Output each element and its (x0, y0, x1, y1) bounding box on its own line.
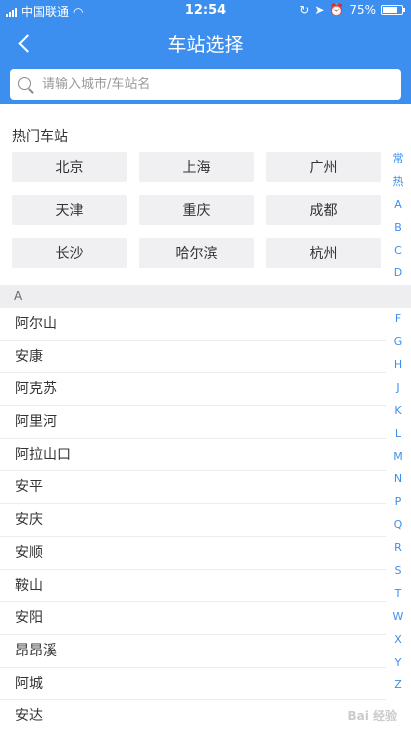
index-letter[interactable]: K (385, 400, 411, 423)
city-list-item[interactable]: 昂昂溪 (0, 635, 386, 668)
city-list-item[interactable]: 鞍山 (0, 570, 386, 603)
hot-station-button[interactable]: 北京 (12, 152, 127, 182)
index-letter[interactable]: X (385, 629, 411, 652)
search-input[interactable] (42, 77, 372, 92)
location-icon: ➤ (314, 3, 325, 17)
hot-station-button[interactable]: 上海 (139, 152, 254, 182)
section-header: A (0, 285, 411, 308)
hot-stations-grid: 北京 上海 广州天津 重庆 成都长沙 哈尔滨 杭州 (12, 152, 382, 268)
lock-rotation-icon: ↻ (299, 3, 310, 17)
index-letter[interactable]: G (385, 331, 411, 354)
search-box[interactable] (10, 69, 401, 100)
city-list-item[interactable]: 阿尔山 (0, 308, 386, 341)
index-letter[interactable]: T (385, 583, 411, 606)
battery-icon (381, 5, 405, 15)
city-list-item[interactable]: 安达 (0, 700, 386, 730)
city-list-item[interactable]: 阿拉山口 (0, 439, 386, 472)
city-list-item[interactable]: 安庆 (0, 504, 386, 537)
hot-stations-title: 热门车站 (12, 129, 68, 145)
city-list-item[interactable]: 安顺 (0, 537, 386, 570)
city-list-item[interactable]: 安阳 (0, 602, 386, 635)
index-letter[interactable]: 热 (385, 171, 411, 194)
hot-station-button[interactable]: 广州 (266, 152, 381, 182)
hot-station-button[interactable]: 杭州 (266, 238, 381, 268)
watermark: Bai 经验 (347, 709, 397, 723)
index-letter[interactable]: S (385, 560, 411, 583)
alarm-icon: ⏰ (329, 3, 345, 17)
index-letter[interactable]: C (385, 240, 411, 263)
index-letter[interactable]: P (385, 491, 411, 514)
city-list-item[interactable]: 阿里河 (0, 406, 386, 439)
hot-station-button[interactable]: 成都 (266, 195, 381, 225)
index-letter[interactable]: A (385, 194, 411, 217)
index-letter[interactable]: R (385, 537, 411, 560)
index-letter[interactable]: Y (385, 652, 411, 675)
index-letter[interactable]: W (385, 606, 411, 629)
index-letter[interactable]: J (385, 377, 411, 400)
index-letter[interactable]: N (385, 468, 411, 491)
city-list-item[interactable]: 阿城 (0, 668, 386, 701)
city-list: 阿尔山 安康 阿克苏 阿里河 阿拉山口 安平 安庆 安顺 鞍山 安阳 昂昂溪 阿城 安达 (0, 308, 386, 730)
city-list-item[interactable]: 安平 (0, 471, 386, 505)
status-bar: 中国联通 ◠ 12:54 ↻ ➤ ⏰ 75% (0, 0, 411, 22)
index-letter[interactable]: M (385, 446, 411, 469)
nav-bar: 车站选择 (0, 22, 411, 64)
hot-station-button[interactable]: 哈尔滨 (139, 238, 254, 268)
index-letter[interactable]: Q (385, 514, 411, 537)
battery-percent: 75% (349, 3, 376, 17)
index-letter[interactable]: Z (385, 674, 411, 697)
alphabet-index: 常热ABCDEFGHJKLMNPQRSTWXYZ (385, 148, 411, 697)
city-list-item[interactable]: 阿克苏 (0, 373, 386, 407)
index-letter[interactable]: H (385, 354, 411, 377)
index-letter[interactable]: 常 (385, 148, 411, 171)
index-letter[interactable]: L (385, 423, 411, 446)
hot-station-button[interactable]: 长沙 (12, 238, 127, 268)
status-right: ↻ ➤ ⏰ 75% (299, 3, 405, 17)
index-letter[interactable]: B (385, 217, 411, 240)
city-list-item[interactable]: 安康 (0, 341, 386, 374)
index-letter[interactable]: D (385, 262, 411, 285)
index-letter[interactable]: F (385, 308, 411, 331)
page-title: 车站选择 (167, 34, 244, 56)
hot-station-button[interactable]: 重庆 (139, 195, 254, 225)
search-icon (18, 76, 34, 93)
battery-fill (383, 7, 397, 13)
hot-station-button[interactable]: 天津 (12, 195, 127, 225)
